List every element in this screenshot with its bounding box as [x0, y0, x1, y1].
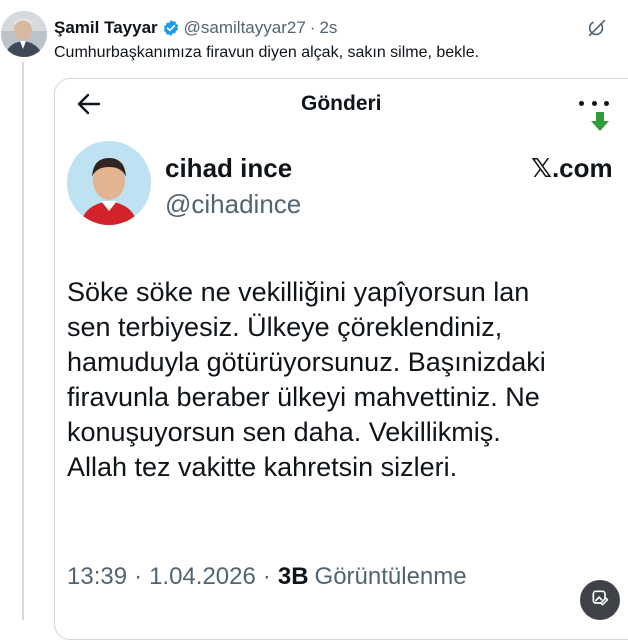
tweet-media-image[interactable]: Gönderi cihad ince @cihadince 𝕏.com Söke… — [54, 78, 628, 640]
shot-meta-separator: · — [134, 563, 143, 590]
tweet-text: Cumhurbaşkanımıza firavun diyen alçak, s… — [54, 44, 480, 61]
shot-domain-label: 𝕏.com — [531, 153, 613, 183]
shot-views-count: 3B — [277, 563, 309, 590]
post-time[interactable]: 2s — [319, 18, 337, 38]
shot-body-line: firavunla beraber ülkeyi mahvettiniz. Ne — [67, 382, 540, 412]
shot-page-title: Gönderi — [301, 92, 382, 115]
thread-line — [22, 62, 24, 620]
image-edit-icon — [590, 588, 610, 613]
shot-meta-separator: · — [262, 563, 271, 590]
shot-post-time: 13:39 — [67, 563, 128, 590]
separator-dot: · — [309, 18, 316, 37]
shot-post-body: Söke söke ne vekilliğini yapîyorsun lan … — [67, 275, 628, 485]
grok-share-icon[interactable] — [585, 16, 609, 40]
back-arrow-icon — [75, 92, 103, 116]
shot-body-line: Söke söke ne vekilliğini yapîyorsun lan — [67, 277, 530, 307]
shot-post-date: 1.04.2026 — [149, 563, 256, 590]
shot-body-line: Allah tez vakitte kahretsin sizleri. — [67, 452, 458, 482]
author-name[interactable]: Şamil Tayyar — [54, 18, 158, 38]
more-dots-icon — [579, 93, 609, 113]
image-edit-button[interactable] — [580, 580, 620, 620]
shot-body-line: konuşuyorsun sen daha. Vekillikmiş. — [67, 417, 501, 447]
shot-body-line: sen terbiyesiz. Ülkeye çöreklendiniz, — [67, 312, 503, 342]
author-handle[interactable]: @samiltayyar27 — [184, 18, 306, 38]
green-down-arrow-icon — [591, 112, 609, 132]
author-avatar[interactable] — [1, 11, 47, 57]
verified-badge-icon — [162, 19, 180, 37]
shot-body-line: hamuduyla götürüyorsunuz. Başınizdaki — [67, 347, 546, 377]
tweet-header: Şamil Tayyar @samiltayyar27 · 2s — [54, 17, 337, 39]
shot-account-handle: @cihadince — [165, 189, 302, 219]
shot-post-meta: 13:39 · 1.04.2026 · 3B Görüntülenme — [67, 563, 467, 591]
shot-account-name: cihad ince — [165, 153, 293, 183]
shot-account-avatar — [67, 141, 151, 225]
shot-views-label: Görüntülenme — [314, 563, 467, 590]
